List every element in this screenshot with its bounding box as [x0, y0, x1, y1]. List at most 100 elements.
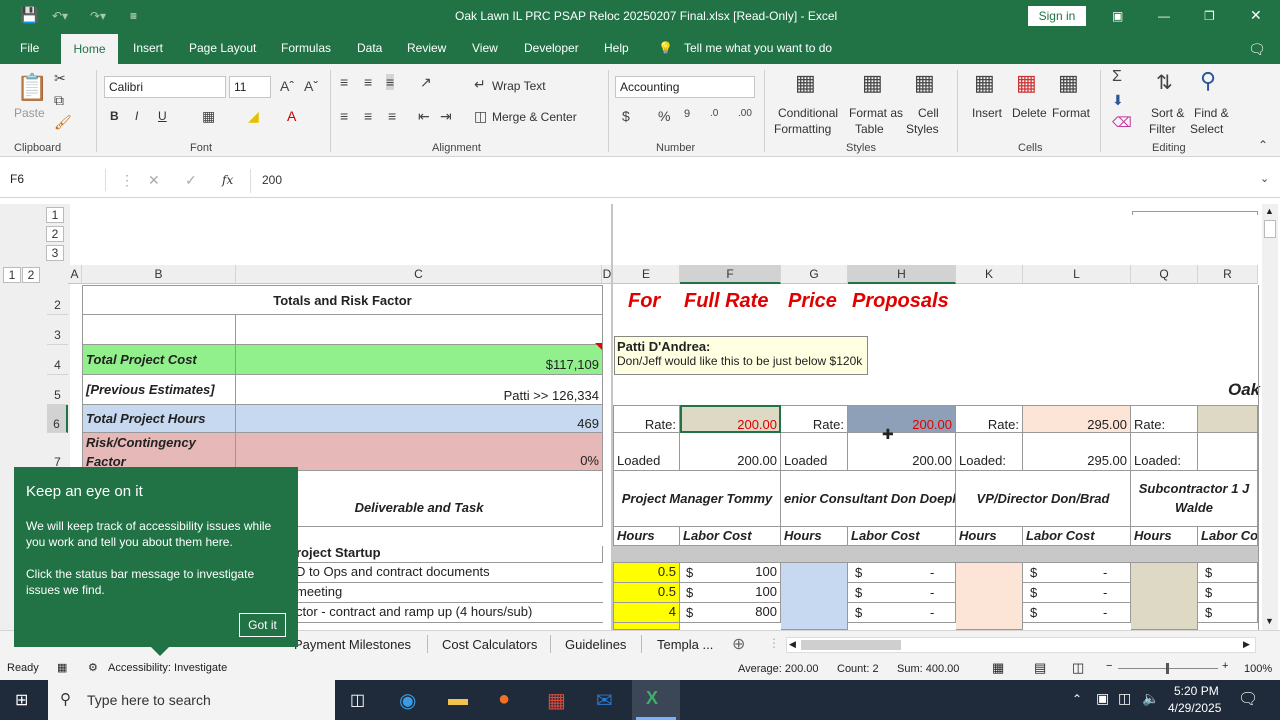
borders-icon[interactable]: ▦ [202, 108, 215, 125]
rate-label-e[interactable]: Rate: [613, 405, 680, 433]
rate-label-q[interactable]: Rate: [1131, 405, 1198, 433]
task-1-hours-pm[interactable]: 0.5 [613, 563, 680, 583]
ribbon-display-icon[interactable]: ▣ [1112, 9, 1123, 23]
col-header-q[interactable]: Q [1131, 265, 1198, 284]
task-view-icon[interactable]: ◫ [350, 690, 365, 710]
excel-taskbar-button[interactable]: X [632, 680, 680, 720]
task-1-cost-vp[interactable] [1023, 563, 1131, 583]
row-header-7[interactable]: 7 [47, 433, 68, 471]
rate-l6[interactable]: 295.00 [1023, 405, 1131, 433]
task-3-cost-sc[interactable] [848, 603, 956, 623]
tell-me-search[interactable]: Tell me what you want to do [684, 41, 832, 55]
risk-factor-label[interactable]: Risk/Contingency Factor [82, 433, 236, 471]
total-project-cost-label[interactable]: Total Project Cost [82, 345, 236, 375]
align-top-icon[interactable]: ≡ [340, 74, 348, 90]
row-header-2[interactable]: 2 [47, 285, 68, 315]
loaded-l7[interactable]: 295.00 [1023, 433, 1131, 471]
hours-header-q[interactable]: Hours [1131, 527, 1198, 546]
col-outline-level-1[interactable]: 1 [3, 267, 21, 283]
paste-icon[interactable]: 📋 [16, 72, 48, 103]
redo-icon[interactable]: ↷▾ [90, 9, 106, 23]
comment-note[interactable]: Patti D'Andrea: Don/Jeff would like this… [614, 336, 868, 375]
tab-payment-milestones[interactable]: Payment Milestones [294, 637, 411, 652]
merge-center-button[interactable]: Merge & Center [492, 110, 577, 124]
align-bottom-icon[interactable]: ≡ [386, 74, 395, 90]
role-vp-header[interactable]: VP/Director Don/Brad [956, 471, 1131, 527]
previous-estimates-label[interactable]: [Previous Estimates] [82, 375, 236, 405]
copy-icon[interactable]: ⧉ [54, 92, 64, 109]
totals-header[interactable]: Totals and Risk Factor [82, 285, 603, 315]
font-color-icon[interactable]: A [287, 108, 296, 124]
total-project-cost-value[interactable]: $117,109 [236, 345, 603, 375]
task-3-cost-vp[interactable] [1023, 603, 1131, 623]
increase-indent-icon[interactable]: ⇥ [440, 108, 452, 125]
underline-button[interactable]: U [158, 109, 167, 123]
loaded-label-k[interactable]: Loaded: [956, 433, 1023, 471]
task-3-hours-pm[interactable]: 4 [613, 603, 680, 623]
wrap-text-button[interactable]: Wrap Text [492, 79, 546, 93]
outlook-icon[interactable]: ✉ [596, 688, 613, 713]
merge-icon[interactable]: ◫ [474, 108, 487, 125]
tab-formulas[interactable]: Formulas [281, 41, 331, 55]
hours-column-sc[interactable] [781, 563, 848, 630]
tab-data[interactable]: Data [357, 41, 382, 55]
wrap-text-icon[interactable]: ↵ [474, 76, 486, 93]
file-explorer-icon[interactable]: ▬ [448, 688, 468, 711]
scroll-up-icon[interactable]: ▲ [1265, 206, 1274, 216]
role-senior-consultant-header[interactable]: enior Consultant Don Doepk [781, 471, 956, 527]
tab-view[interactable]: View [472, 41, 498, 55]
tab-cost-calculators[interactable]: Cost Calculators [442, 637, 537, 652]
accessibility-status[interactable]: Accessibility: Investigate [108, 662, 227, 674]
decrease-indent-icon[interactable]: ⇤ [418, 108, 430, 125]
delete-cells-icon[interactable]: ▦ [1016, 70, 1037, 96]
col-header-b[interactable]: B [82, 265, 236, 284]
shrink-font-icon[interactable]: Aˇ [304, 78, 318, 94]
name-box[interactable]: F6 [6, 169, 106, 191]
autosum-icon[interactable]: Σ [1112, 68, 1122, 86]
normal-view-icon[interactable]: ▦ [992, 660, 1004, 676]
col-header-l[interactable]: L [1023, 265, 1131, 284]
accessibility-icon[interactable]: ⚙ [88, 661, 98, 674]
zoom-in-icon[interactable]: + [1222, 660, 1228, 672]
zoom-out-icon[interactable]: − [1106, 660, 1112, 672]
app-icon[interactable]: ▦ [547, 688, 566, 713]
hours-header-k[interactable]: Hours [956, 527, 1023, 546]
tray-chevron-icon[interactable]: ⌃ [1072, 692, 1082, 706]
page-layout-icon[interactable]: ▤ [1034, 660, 1046, 676]
taskbar-search[interactable]: ⚲ Type here to search [48, 680, 335, 720]
zoom-level[interactable]: 100% [1244, 663, 1272, 675]
grow-font-icon[interactable]: Aˆ [280, 78, 294, 94]
col-header-r[interactable]: R [1198, 265, 1258, 284]
loaded-label-q[interactable]: Loaded: [1131, 433, 1198, 471]
delete-cells-button[interactable]: Delete [1012, 106, 1047, 120]
tab-file[interactable]: File [20, 41, 39, 55]
loaded-label-e[interactable]: Loaded [613, 433, 680, 471]
orientation-icon[interactable]: ↗ [420, 74, 432, 91]
number-format-combo[interactable]: Accounting [615, 76, 755, 98]
align-center-icon[interactable]: ≡ [364, 108, 372, 124]
hours-header-e[interactable]: Hours [613, 527, 680, 546]
rate-label-k[interactable]: Rate: [956, 405, 1023, 433]
hours-column-sub[interactable] [1131, 563, 1198, 630]
hours-column-vp[interactable] [956, 563, 1023, 630]
row-header-3[interactable]: 3 [47, 315, 68, 345]
sort-label[interactable]: Sort & [1151, 106, 1184, 120]
outline-level-3[interactable]: 3 [46, 245, 64, 261]
loaded-r7[interactable] [1198, 433, 1258, 471]
restore-icon[interactable]: ❐ [1204, 9, 1215, 23]
col-header-a[interactable]: A [68, 265, 82, 284]
row-header-4[interactable]: 4 [47, 345, 68, 375]
sort-filter-icon[interactable]: ⇅ [1156, 70, 1173, 95]
task-2-cost-sc[interactable] [848, 583, 956, 603]
hscroll-thumb[interactable] [801, 640, 901, 650]
labor-header-l[interactable]: Labor Cost [1023, 527, 1131, 546]
previous-estimates-value[interactable]: Patti >> 126,334 [236, 375, 603, 405]
tab-templates[interactable]: Templa ... [657, 637, 713, 652]
scroll-thumb[interactable] [1264, 220, 1276, 238]
col-header-e[interactable]: E [613, 265, 680, 284]
close-icon[interactable]: ✕ [1250, 7, 1262, 24]
col-header-c[interactable]: C [236, 265, 602, 284]
format-as-label[interactable]: Format as [849, 106, 903, 120]
tab-developer[interactable]: Developer [524, 41, 579, 55]
save-icon[interactable]: 💾 [20, 6, 39, 24]
